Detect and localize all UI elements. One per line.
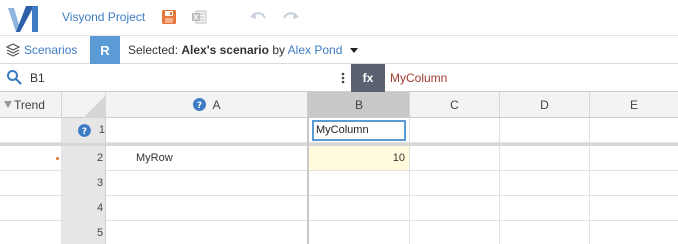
formula-bar: B1 fx MyColumn	[0, 64, 678, 92]
svg-text:?: ?	[82, 126, 87, 136]
row-header-4[interactable]: 4	[62, 196, 106, 221]
column-header-c[interactable]: C	[410, 92, 500, 118]
trend-cell[interactable]	[0, 146, 62, 171]
cell-b1[interactable]: MyColumn	[309, 118, 410, 143]
cell-d5[interactable]	[500, 221, 590, 244]
cell-e3[interactable]	[590, 171, 678, 196]
row-header-3[interactable]: 3	[62, 171, 106, 196]
save-icon[interactable]	[160, 8, 178, 26]
layers-icon[interactable]	[5, 42, 21, 58]
fx-button[interactable]: fx	[351, 64, 385, 92]
cell-d3[interactable]	[500, 171, 590, 196]
project-title[interactable]: Visyond Project	[62, 10, 145, 24]
cell-a1[interactable]	[106, 118, 309, 143]
svg-text:?: ?	[197, 101, 202, 111]
scenarios-link[interactable]: Scenarios	[24, 43, 77, 57]
cell-b3[interactable]	[309, 171, 410, 196]
cell-a4[interactable]	[106, 196, 309, 221]
select-all-corner[interactable]	[62, 92, 106, 118]
selected-scenario[interactable]: Selected: Alex's scenario by Alex Pond	[128, 43, 358, 57]
caret-down-icon[interactable]	[349, 48, 358, 54]
scenario-badge[interactable]: R	[90, 36, 120, 64]
row-header-1[interactable]: ? 1	[62, 118, 106, 143]
column-header-e[interactable]: E	[590, 92, 678, 118]
trend-dot-icon	[56, 156, 59, 160]
cell-a5[interactable]	[106, 221, 309, 244]
cell-e2[interactable]	[590, 146, 678, 171]
cell-a2[interactable]: MyRow	[106, 146, 309, 171]
visyond-logo-icon[interactable]	[4, 2, 40, 34]
trend-header[interactable]: Trend	[0, 92, 62, 118]
cell-reference-input[interactable]: B1	[30, 71, 45, 85]
frozen-column-separator	[307, 92, 309, 244]
column-header-d[interactable]: D	[500, 92, 590, 118]
cell-b2[interactable]: 10	[309, 146, 410, 171]
scenario-name: Alex's scenario	[181, 43, 269, 57]
cell-e4[interactable]	[590, 196, 678, 221]
more-options-icon[interactable]	[340, 70, 346, 86]
by-label: by	[272, 43, 285, 57]
search-icon[interactable]	[6, 69, 22, 85]
trend-cell[interactable]	[0, 221, 62, 244]
cell-c2[interactable]	[410, 146, 500, 171]
cell-c3[interactable]	[410, 171, 500, 196]
column-header-a[interactable]: ? A	[106, 92, 309, 118]
trend-cell[interactable]	[0, 118, 62, 143]
undo-icon[interactable]	[249, 8, 267, 26]
cell-c1[interactable]	[410, 118, 500, 143]
cell-b4[interactable]	[309, 196, 410, 221]
row-header-5[interactable]: 5	[62, 221, 106, 244]
cell-e5[interactable]	[590, 221, 678, 244]
cell-d1[interactable]	[500, 118, 590, 143]
trend-cell[interactable]	[0, 171, 62, 196]
excel-export-icon[interactable]: X	[190, 8, 208, 26]
row-number: 1	[98, 124, 105, 136]
cell-d2[interactable]	[500, 146, 590, 171]
top-toolbar: Visyond Project X	[0, 0, 678, 36]
selected-cell-b1[interactable]: MyColumn	[312, 119, 406, 141]
cell-b5[interactable]	[309, 221, 410, 244]
cell-e1[interactable]	[590, 118, 678, 143]
help-icon[interactable]: ?	[78, 123, 91, 137]
spreadsheet-grid: Trend ? A B C D E ? 1 MyColumn 2 MyRow 1…	[0, 92, 678, 244]
column-a-label: A	[212, 97, 221, 112]
svg-text:X: X	[193, 14, 199, 22]
cell-a3[interactable]	[106, 171, 309, 196]
cell-c5[interactable]	[410, 221, 500, 244]
scenario-bar: Scenarios R Selected: Alex's scenario by…	[0, 36, 678, 64]
cell-d4[interactable]	[500, 196, 590, 221]
help-icon[interactable]: ?	[193, 98, 207, 111]
collapse-triangle-icon[interactable]	[4, 100, 12, 109]
selected-prefix: Selected:	[128, 43, 179, 57]
scenario-owner[interactable]: Alex Pond	[288, 43, 343, 57]
column-header-b[interactable]: B	[309, 92, 410, 118]
trend-label: Trend	[14, 97, 45, 112]
cell-c4[interactable]	[410, 196, 500, 221]
formula-input[interactable]: MyColumn	[390, 71, 447, 85]
row-header-2[interactable]: 2	[62, 146, 106, 171]
redo-icon[interactable]	[282, 8, 300, 26]
trend-cell[interactable]	[0, 196, 62, 221]
